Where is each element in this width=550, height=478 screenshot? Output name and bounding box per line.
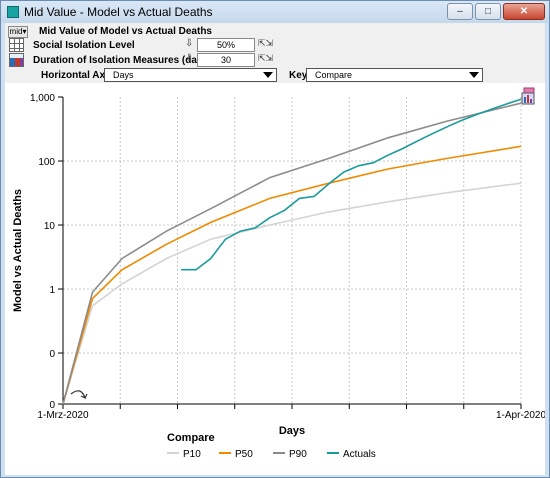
plot-area: 1,000 100 10 1 0 0 Days Model vs Actual Deaths 1… — [5, 83, 546, 475]
horizontal-axis-select[interactable]: Days — [104, 68, 277, 82]
x-end-label: 1-Apr-2020 — [496, 410, 545, 421]
input-link-icon[interactable]: ⇱⇲ — [258, 38, 273, 49]
duration-input[interactable]: 30 — [197, 53, 255, 67]
rotate-cursor-icon — [70, 390, 88, 400]
key-select[interactable]: Compare — [306, 68, 483, 82]
social-isolation-label: Social Isolation Level — [33, 40, 135, 51]
series-line-actuals — [181, 98, 522, 271]
y-tick-label: 0 — [49, 349, 55, 360]
minimize-button[interactable]: – — [447, 3, 473, 20]
app-icon — [7, 6, 19, 18]
arrow-down-icon[interactable]: ⇩ — [185, 53, 193, 64]
line-chart: 1,00010010100DaysModel vs Actual Deaths1… — [12, 93, 546, 460]
arrow-down-icon[interactable]: ⇩ — [185, 38, 193, 49]
x-axis-title: Days — [279, 425, 305, 437]
legend-item-label: Actuals — [343, 449, 376, 460]
y-axis-title: Model vs Actual Deaths — [12, 189, 24, 312]
chevron-down-icon — [469, 72, 479, 78]
title-bar[interactable]: Mid Value - Model vs Actual Deaths – □ ✕ — [1, 1, 549, 23]
legend-item-label: P50 — [235, 449, 253, 460]
controls-panel: mid▾ Mid Value of Model vs Actual Deaths… — [5, 23, 545, 83]
grid-icon[interactable] — [9, 38, 24, 52]
input-link-icon[interactable]: ⇱⇲ — [258, 53, 273, 64]
horizontal-axis-value: Days — [113, 70, 134, 80]
social-isolation-input[interactable]: 50% — [197, 38, 255, 52]
legend-title: Compare — [167, 432, 215, 444]
y-tick-label: 100 — [38, 157, 55, 168]
window-buttons: – □ ✕ — [447, 3, 545, 20]
y-tick-label: 1,000 — [30, 93, 55, 104]
legend-item-label: P90 — [289, 449, 307, 460]
chart-options-icon[interactable] — [521, 87, 539, 105]
key-value: Compare — [315, 70, 353, 80]
mid-value-menu-button[interactable]: mid▾ — [8, 26, 28, 38]
chart-icon[interactable] — [9, 53, 24, 67]
maximize-button[interactable]: □ — [475, 3, 501, 20]
controls-title: Mid Value of Model vs Actual Deaths — [39, 26, 212, 37]
y-tick-label: 10 — [44, 221, 56, 232]
x-start-label: 1-Mrz-2020 — [37, 410, 89, 421]
window-title: Mid Value - Model vs Actual Deaths — [24, 5, 213, 19]
y-tick-label: 1 — [49, 285, 55, 296]
legend-item-label: P10 — [183, 449, 201, 460]
app-window: Mid Value - Model vs Actual Deaths – □ ✕… — [0, 0, 550, 478]
close-button[interactable]: ✕ — [503, 3, 545, 20]
chevron-down-icon — [263, 72, 273, 78]
client-area: mid▾ Mid Value of Model vs Actual Deaths… — [5, 23, 546, 475]
